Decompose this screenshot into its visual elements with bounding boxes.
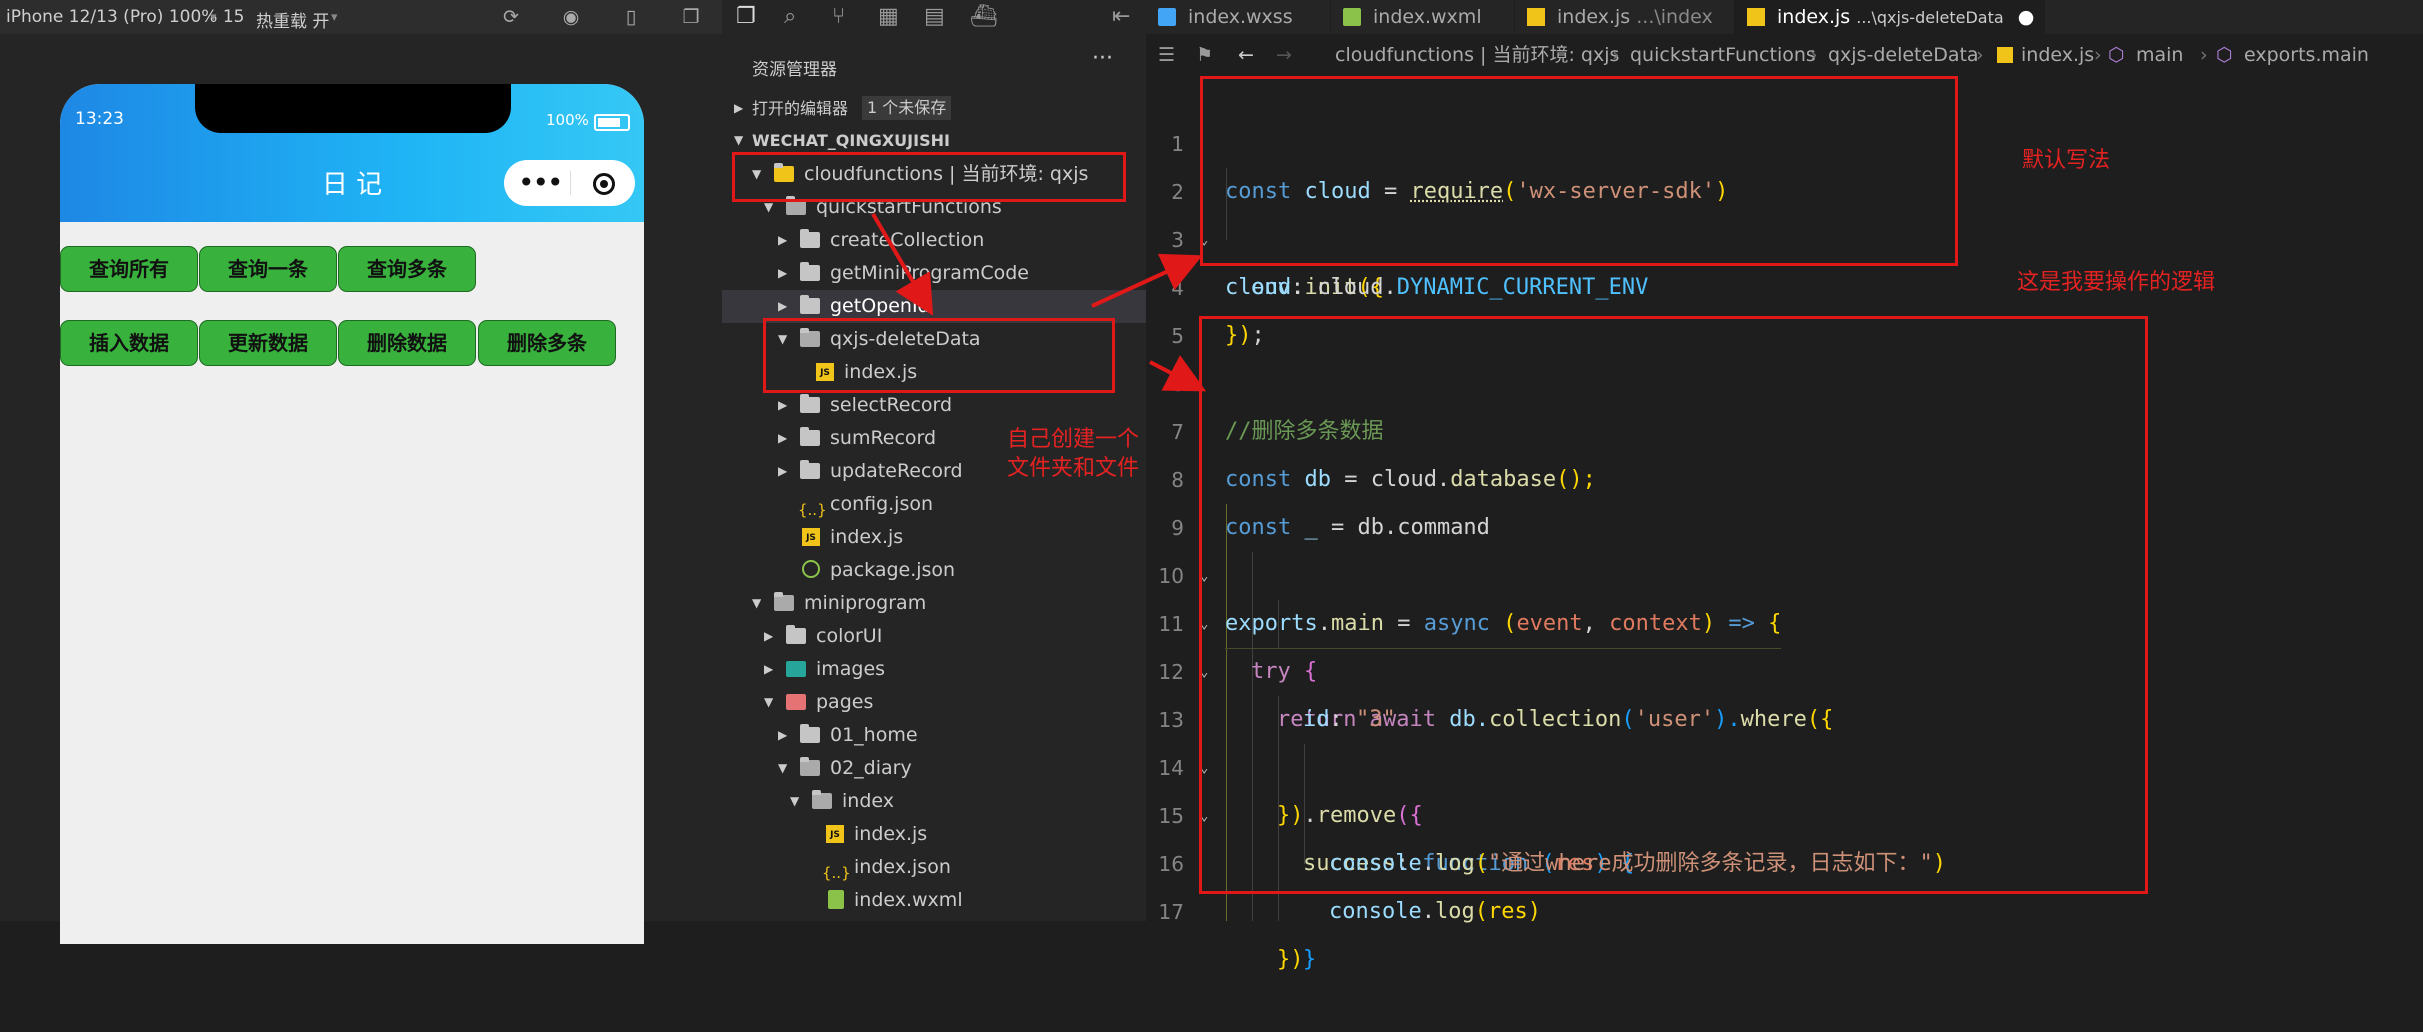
arrow-to-deletedata bbox=[871, 212, 934, 316]
arrow-to-logic-code bbox=[1149, 355, 1207, 392]
code-token: }) bbox=[1277, 947, 1304, 972]
arrow-to-default-code bbox=[1091, 253, 1203, 308]
code-token: } bbox=[1303, 947, 1317, 972]
annotation-arrows bbox=[871, 212, 1207, 392]
